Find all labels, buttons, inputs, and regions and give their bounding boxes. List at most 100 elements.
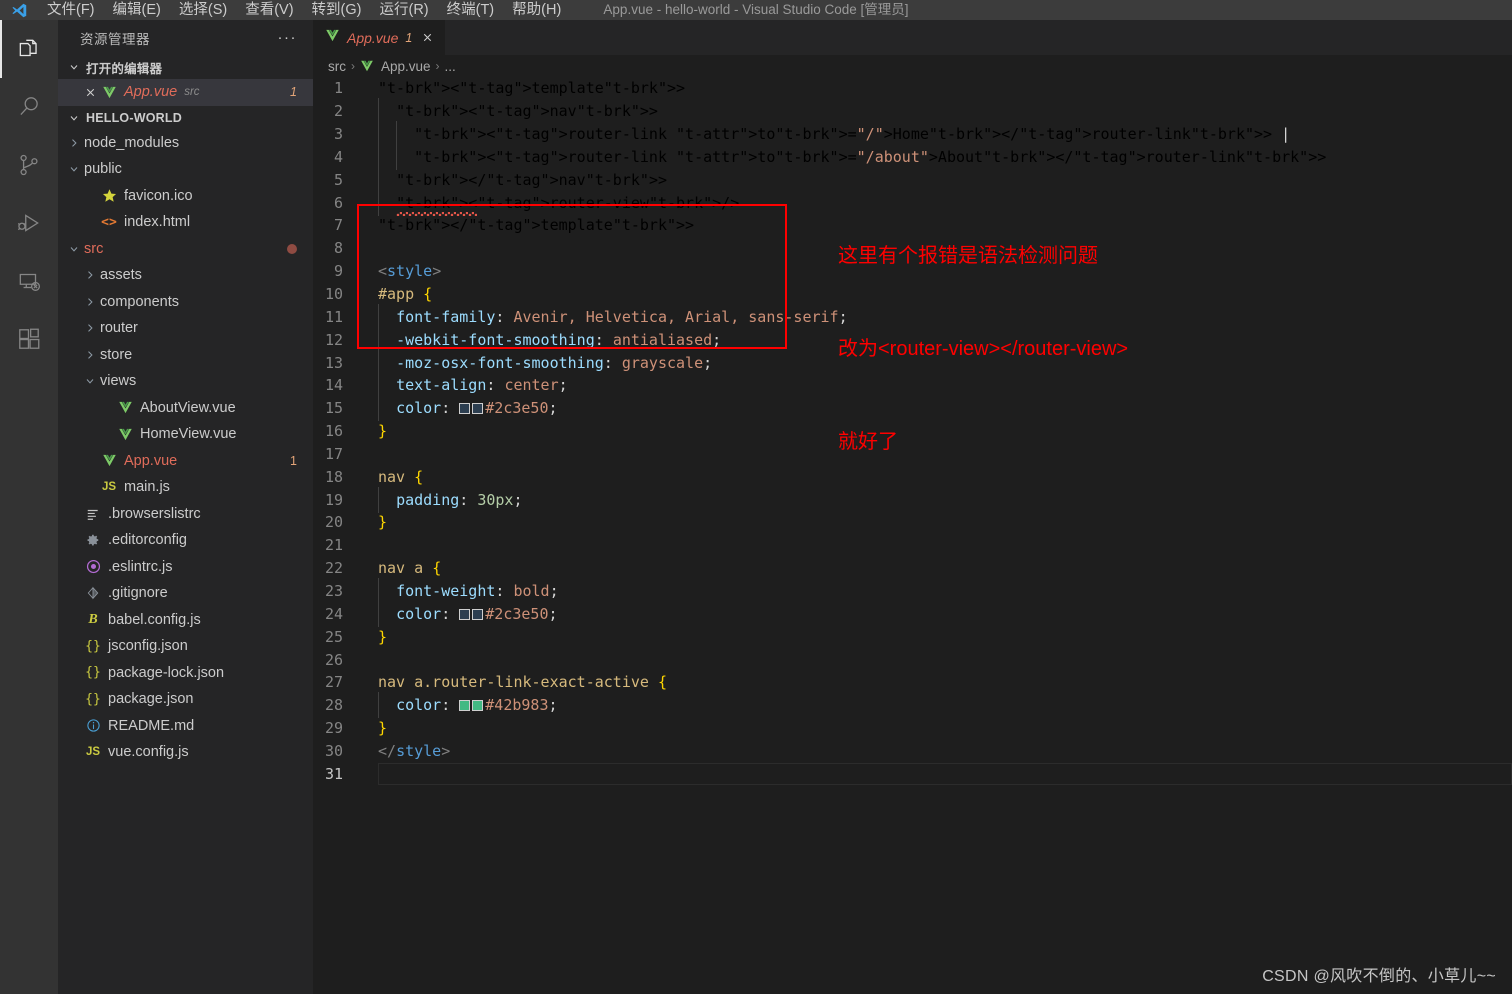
line-content[interactable]: <style> [369, 262, 441, 280]
tree-item-index-html[interactable]: <> index.html [58, 209, 313, 236]
line-content[interactable]: font-weight: bold; [369, 577, 559, 604]
tree-item-views[interactable]: views [58, 368, 313, 395]
line-content[interactable]: #app { [369, 285, 432, 303]
code-line[interactable]: 27 nav a.router-link-exact-active { [313, 671, 1512, 694]
color-swatch[interactable] [459, 403, 471, 415]
code-line[interactable]: 16} [313, 420, 1512, 443]
more-actions-icon[interactable]: ··· [278, 30, 298, 45]
code-line[interactable]: 7 "t-brk"></"t-tag" >template "t-brk" >> [313, 214, 1512, 237]
line-content[interactable]: color: #2c3e50; [369, 395, 558, 422]
code-line[interactable]: 11 font-family: Avenir, Helvetica, Arial… [313, 303, 1512, 330]
line-content[interactable]: padding: 30px; [369, 486, 523, 513]
tree-item-main-js[interactable]: JS main.js [58, 474, 313, 501]
color-swatch[interactable] [459, 700, 471, 712]
tree-item-jsconfig-json[interactable]: {} jsconfig.json [58, 633, 313, 660]
breadcrumb-item-appvue[interactable]: App.vue [381, 59, 431, 74]
code-line[interactable]: 25} [313, 625, 1512, 648]
activity-remote-explorer-icon[interactable] [0, 252, 58, 310]
tree-item-babel-config-js[interactable]: Bbabel.config.js [58, 607, 313, 634]
line-content[interactable]: "t-brk">< [369, 143, 495, 170]
tree-item-aboutview-vue[interactable]: AboutView.vue [58, 395, 313, 422]
tree-item-public[interactable]: public [58, 156, 313, 183]
tree-item-eslintrc-js[interactable]: .eslintrc.js [58, 554, 313, 581]
code-line[interactable]: 3 "t-brk">< "t-tag" >router-link "t-attr" >… [313, 121, 1512, 148]
code-line[interactable]: 23 font-weight: bold; [313, 577, 1512, 604]
code-editor[interactable]: 1 "t-brk">< "t-tag" >template "t-brk" >> 2 "t-… [313, 77, 1512, 994]
breadcrumb-item-more[interactable]: ... [445, 59, 456, 74]
code-content[interactable]: 1 "t-brk">< "t-tag" >template "t-brk" >> 2 "t-… [313, 77, 1512, 785]
open-editor-item-appvue[interactable]: App.vue src 1 [58, 79, 313, 106]
code-line[interactable]: 18 nav { [313, 465, 1512, 488]
line-content[interactable]: -moz-osx-font-smoothing: grayscale; [369, 349, 712, 376]
tree-item-assets[interactable]: assets [58, 262, 313, 289]
code-line[interactable]: 1 "t-brk">< "t-tag" >template "t-brk" >> [313, 77, 1512, 100]
activity-explorer-icon[interactable] [0, 20, 58, 78]
code-line[interactable]: 21 [313, 534, 1512, 557]
tree-item-vue-config-js[interactable]: JS vue.config.js [58, 739, 313, 766]
code-line[interactable]: 12 -webkit-font-smoothing: antialiased; [313, 326, 1512, 353]
tree-item-readme-md[interactable]: README.md [58, 713, 313, 740]
line-content[interactable]: "t-brk">< [369, 98, 477, 125]
line-content[interactable]: "t-brk">< [369, 121, 495, 148]
code-line[interactable]: 20} [313, 511, 1512, 534]
code-line[interactable]: 4 "t-brk">< "t-tag" >router-link "t-attr" >… [313, 143, 1512, 170]
tree-item-router[interactable]: router [58, 315, 313, 342]
activity-run-and-debug-icon[interactable] [0, 194, 58, 252]
activity-extensions-icon[interactable] [0, 310, 58, 368]
menu-run[interactable]: 运行(R) [370, 0, 437, 20]
color-swatch[interactable] [459, 608, 471, 620]
code-line[interactable]: 31 [313, 762, 1512, 785]
line-content[interactable]: color: #42b983; [369, 692, 558, 719]
line-content[interactable]: </style> [369, 742, 450, 760]
breadcrumb-item-src[interactable]: src [328, 59, 346, 74]
menu-help[interactable]: 帮助(H) [503, 0, 570, 20]
tree-item-components[interactable]: components [58, 289, 313, 316]
close-icon[interactable] [419, 30, 435, 46]
code-line[interactable]: 17 [313, 443, 1512, 466]
tree-item-src[interactable]: src [58, 236, 313, 263]
tree-item-gitignore[interactable]: .gitignore [58, 580, 313, 607]
line-content[interactable]: color: #2c3e50; [369, 600, 558, 627]
tree-item-homeview-vue[interactable]: HomeView.vue [58, 421, 313, 448]
code-line[interactable]: 6 "t-brk"><"t-tag">router-view "t-brk" >/> [313, 189, 1512, 216]
line-content[interactable]: } [369, 719, 387, 737]
close-icon[interactable] [82, 86, 98, 99]
menu-edit[interactable]: 编辑(E) [104, 0, 170, 20]
code-line[interactable]: 19 padding: 30px; [313, 486, 1512, 513]
code-line[interactable]: 2 "t-brk">< "t-tag" >nav "t-brk" >> [313, 98, 1512, 125]
menu-terminal[interactable]: 终端(T) [438, 0, 504, 20]
line-content[interactable]: "t-brk"><"t-tag">router-view [369, 189, 649, 216]
tree-item-editorconfig[interactable]: .editorconfig [58, 527, 313, 554]
code-line[interactable]: 22 nav a { [313, 557, 1512, 580]
code-line[interactable]: 9 <style> [313, 260, 1512, 283]
menu-view[interactable]: 查看(V) [236, 0, 302, 20]
line-content[interactable]: "t-brk"></ [369, 216, 468, 234]
tree-item-app-vue[interactable]: App.vue 1 [58, 448, 313, 475]
tree-item-favicon-ico[interactable]: favicon.ico [58, 183, 313, 210]
line-content[interactable]: "t-brk"></ [369, 166, 486, 193]
code-line[interactable]: 26 [313, 648, 1512, 671]
color-swatch[interactable] [472, 403, 484, 415]
tree-item-browserslistrc[interactable]: .browserslistrc [58, 501, 313, 528]
line-content[interactable]: } [369, 422, 387, 440]
editor-tab-appvue[interactable]: App.vue 1 [313, 20, 446, 55]
line-content[interactable]: -webkit-font-smoothing: antialiased; [369, 326, 721, 353]
section-open-editors[interactable]: 打开的编辑器 [58, 55, 313, 79]
line-content[interactable]: "t-brk">< [369, 79, 459, 97]
code-line[interactable]: 28 color: #42b983; [313, 692, 1512, 719]
menu-selection[interactable]: 选择(S) [170, 0, 236, 20]
code-line[interactable]: 8 [313, 237, 1512, 260]
code-line[interactable]: 10 #app { [313, 283, 1512, 306]
line-content[interactable]: nav a.router-link-exact-active { [369, 673, 667, 691]
activity-search-icon[interactable] [0, 78, 58, 136]
code-line[interactable]: 15 color: #2c3e50; [313, 395, 1512, 422]
menu-file[interactable]: 文件(F) [38, 0, 104, 20]
line-content[interactable]: } [369, 513, 387, 531]
tree-item-package-lock-json[interactable]: {} package-lock.json [58, 660, 313, 687]
color-swatch[interactable] [472, 700, 484, 712]
tree-item-package-json[interactable]: {} package.json [58, 686, 313, 713]
menu-go[interactable]: 转到(G) [303, 0, 371, 20]
code-line[interactable]: 29} [313, 717, 1512, 740]
code-line[interactable]: 5 "t-brk"></"t-tag" >nav "t-brk" >> [313, 166, 1512, 193]
code-line[interactable]: 30 </style> [313, 739, 1512, 762]
